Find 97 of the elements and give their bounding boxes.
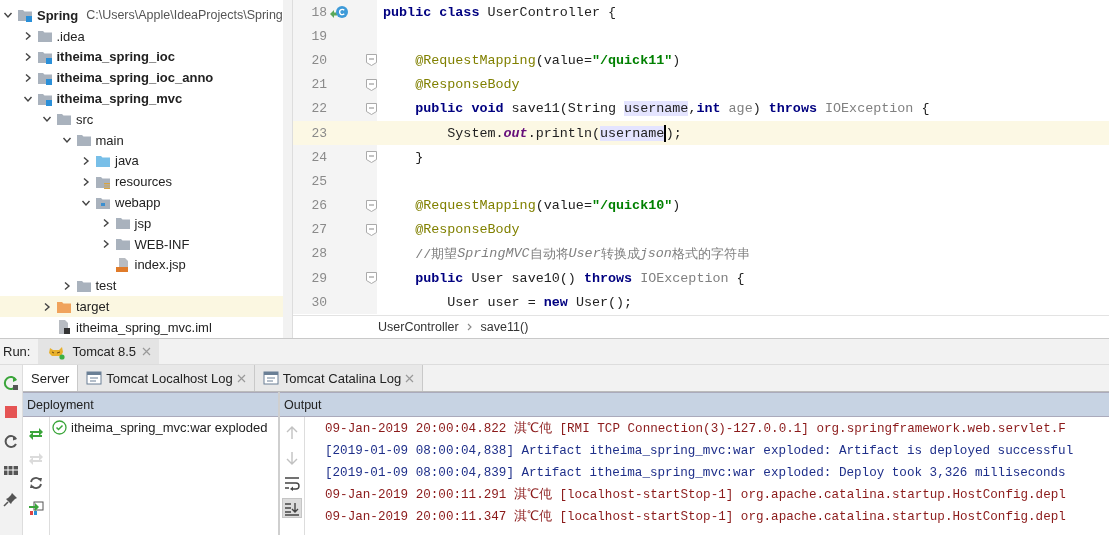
log-line: 09-Jan-2019 20:00:11.347 淇℃伅 [localhost-startStop-1] org.apache.catalina.startup.HostConfig.depl <box>325 508 1066 526</box>
log-line: [2019-01-09 08:00:04,839] Artifact itheima_spring_mvc:war exploded: Deploy took 3,326 milliseconds <box>325 465 1066 482</box>
log-line: [2019-01-09 08:00:04,838] Artifact itheima_spring_mvc:war exploded: Artifact is deployed successful <box>325 443 1074 460</box>
code-line: public class UserController { <box>383 4 617 20</box>
fold-marker-icon[interactable] <box>366 102 377 115</box>
folder-icon <box>95 174 111 189</box>
run-subtab[interactable]: Server <box>23 365 79 391</box>
module-folder-icon <box>36 50 53 64</box>
line-number: 18 <box>310 4 327 20</box>
code-line: } <box>414 149 424 165</box>
run-label: Run: <box>2 344 32 359</box>
code-line: @ResponseBody <box>414 222 520 238</box>
tree-item[interactable]: main <box>95 132 124 148</box>
line-number: 22 <box>310 101 327 117</box>
folder-icon <box>56 112 72 127</box>
scroll-to-end-icon[interactable] <box>284 500 300 516</box>
line-number: 26 <box>310 198 327 214</box>
panel-header: Deployment <box>23 392 278 417</box>
tree-item[interactable]: resources <box>115 174 173 190</box>
tree-item[interactable]: index.jsp <box>134 257 186 273</box>
fold-marker-icon[interactable] <box>366 272 377 285</box>
folder-icon <box>95 195 111 210</box>
wrap-icon[interactable] <box>284 475 300 491</box>
chevron-down-icon[interactable] <box>42 114 52 125</box>
tree-item[interactable]: itheima_spring_ioc <box>56 49 175 65</box>
tree-item[interactable]: java <box>115 153 139 169</box>
file-icon <box>56 319 72 336</box>
chevron-down-icon[interactable] <box>61 135 72 146</box>
line-number: 25 <box>310 173 327 189</box>
refresh-icon[interactable] <box>28 475 44 491</box>
fold-marker-icon[interactable] <box>366 78 377 91</box>
folder-icon <box>75 278 92 293</box>
line-number: 30 <box>310 294 327 310</box>
file-icon <box>114 256 131 273</box>
line-number: 29 <box>310 270 327 286</box>
run-tab[interactable]: Tomcat 8.5 <box>38 339 160 364</box>
folder-icon <box>114 216 131 231</box>
line-number: 19 <box>310 28 327 44</box>
tree-item[interactable]: target <box>76 299 110 315</box>
tree-item[interactable]: Spring <box>37 7 79 23</box>
run-subtab[interactable]: Tomcat Localhost Log <box>78 365 255 391</box>
code-line: @RequestMapping(value="/quick10") <box>414 198 681 214</box>
code-line: System.out.println(username); <box>446 124 682 142</box>
stop-icon[interactable] <box>3 404 19 420</box>
line-number: 24 <box>310 149 327 165</box>
breadcrumb-item[interactable]: save11() <box>480 320 529 334</box>
line-number: 21 <box>310 77 327 93</box>
tree-item[interactable]: itheima_spring_mvc <box>56 91 183 107</box>
line-number: 27 <box>310 222 327 238</box>
folder-icon <box>95 153 111 168</box>
code-line: public void save11(String username,int age) throws IOException { <box>414 101 930 117</box>
code-line: User user = new User(); <box>446 294 633 310</box>
pin-icon[interactable] <box>3 491 19 507</box>
tree-item[interactable]: itheima_spring_ioc_anno <box>56 70 214 86</box>
log-window-icon <box>86 371 103 385</box>
chevron-down-icon[interactable] <box>3 10 13 21</box>
fold-marker-icon[interactable] <box>366 199 377 212</box>
log-line: 09-Jan-2019 20:00:04.822 淇℃伅 [RMI TCP Connection(3)-127.0.0.1] org.springframework.web.servlet.F <box>325 420 1066 438</box>
chevron-right-icon <box>465 322 474 332</box>
fold-marker-icon[interactable] <box>366 151 377 164</box>
chevron-right-icon[interactable] <box>81 176 91 187</box>
folder-icon <box>75 133 92 148</box>
rerun-icon[interactable] <box>3 375 19 391</box>
line-number: 28 <box>310 246 327 262</box>
folder-icon <box>56 299 72 314</box>
deploy-icon[interactable] <box>28 425 44 441</box>
chevron-right-icon[interactable] <box>81 155 91 166</box>
folder-icon <box>114 237 131 252</box>
tree-item[interactable]: webapp <box>115 195 161 211</box>
tree-item[interactable]: jsp <box>134 215 152 231</box>
tree-item[interactable]: .idea <box>56 28 85 44</box>
deployment-item[interactable]: itheima_spring_mvc:war exploded <box>71 420 268 435</box>
tree-item[interactable]: itheima_spring_mvc.iml <box>76 319 212 335</box>
code-line: @ResponseBody <box>414 77 520 93</box>
module-folder-icon <box>17 8 33 23</box>
log-line: 09-Jan-2019 20:00:11.291 淇℃伅 [localhost-startStop-1] org.apache.catalina.startup.HostConfig.depl <box>325 486 1066 504</box>
fold-marker-icon[interactable] <box>366 54 377 67</box>
deploy-box-icon[interactable] <box>28 500 44 516</box>
code-line: //期望SpringMVC自动将User转换成json格式的字符串 <box>414 245 750 263</box>
tree-item[interactable]: test <box>95 278 117 294</box>
line-number: 23 <box>310 125 327 141</box>
chevron-right-icon[interactable] <box>42 301 52 312</box>
line-number: 20 <box>310 52 327 68</box>
restart-icon[interactable] <box>3 433 19 449</box>
code-line: public User save10() throws IOException { <box>414 270 745 286</box>
project-path: C:\Users\Apple\IdeaProjects\Spring <box>86 8 283 23</box>
panel-header: Output <box>280 392 1109 417</box>
run-subtab[interactable]: Tomcat Catalina Log <box>254 365 424 391</box>
fold-marker-icon[interactable] <box>366 223 377 236</box>
module-folder-icon <box>36 70 53 85</box>
tree-item[interactable]: WEB-INF <box>134 236 190 252</box>
module-folder-icon <box>36 91 53 106</box>
folder-icon <box>36 29 53 44</box>
log-window-icon <box>262 371 279 385</box>
breadcrumb-item[interactable]: UserController <box>378 320 459 334</box>
tree-item[interactable]: src <box>76 111 94 127</box>
code-line: @RequestMapping(value="/quick11") <box>414 52 681 68</box>
